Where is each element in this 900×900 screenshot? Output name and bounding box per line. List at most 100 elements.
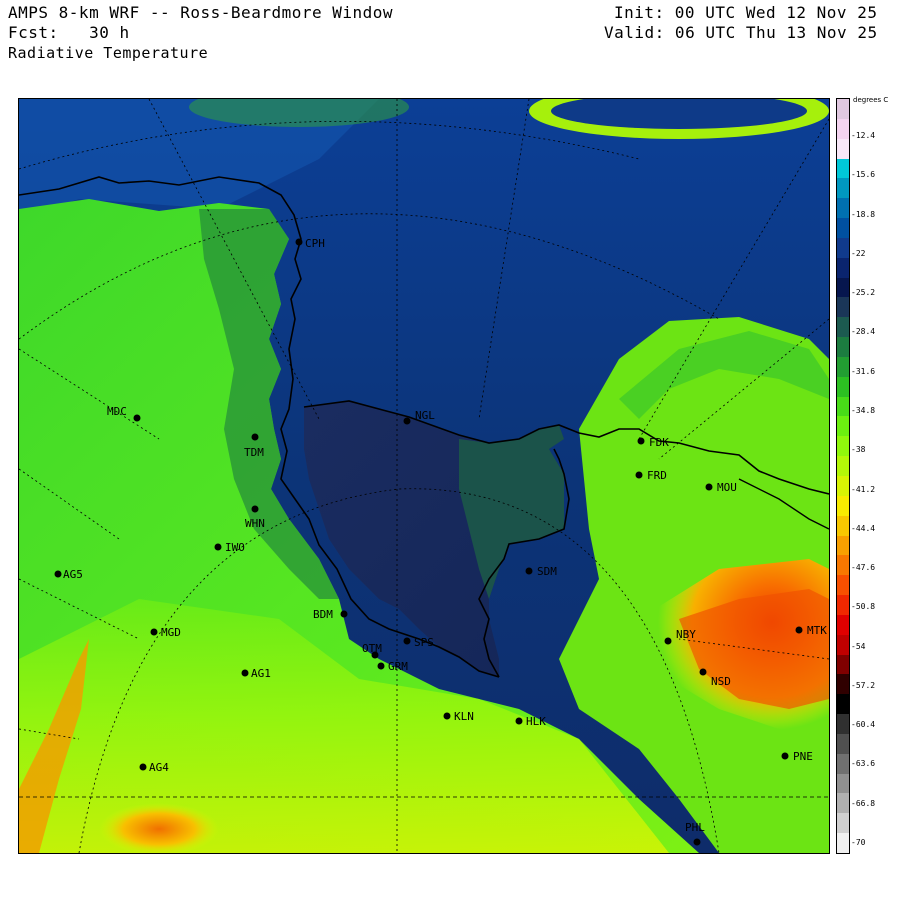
colorbar-swatch (837, 218, 849, 239)
colorbar-swatch (837, 158, 849, 179)
colorbar (836, 98, 850, 854)
colorbar-tick-label: -38 (851, 445, 866, 455)
colorbar-swatch (837, 555, 849, 576)
station-dot (340, 610, 348, 618)
colorbar-tick-label: -44.4 (851, 523, 876, 533)
station-label: MOU (717, 481, 737, 494)
colorbar-swatch (837, 356, 849, 377)
station-label: KLN (454, 710, 474, 723)
station-label: SDM (537, 565, 557, 578)
colorbar-tick-label: -54 (851, 641, 866, 651)
colorbar-swatch (837, 376, 849, 397)
station-dot (705, 483, 713, 491)
colorbar-swatch (837, 793, 849, 814)
colorbar-swatch (837, 297, 849, 318)
station-dot (443, 712, 451, 720)
station-dot (403, 417, 411, 425)
station-dot (377, 662, 385, 670)
station-dot (214, 543, 222, 551)
map-panel: CPH NGL FDK FRD MOU MDC TDM WHN IWO AG5 … (18, 98, 830, 854)
colorbar-tick-label: -28.4 (851, 327, 876, 337)
colorbar-tick-label: -60.4 (851, 720, 876, 730)
colorbar-swatch (837, 396, 849, 417)
colorbar-tick-label: -31.6 (851, 366, 876, 376)
colorbar-swatch (837, 237, 849, 258)
station-label: FDK (649, 436, 669, 449)
colorbar-swatch (837, 436, 849, 457)
colorbar-tick-label: -18.8 (851, 209, 876, 219)
colorbar-swatch (837, 654, 849, 675)
colorbar-tick-label: -70 (851, 838, 866, 847)
station-dot (795, 626, 803, 634)
colorbar-tick-label: -47.6 (851, 563, 876, 573)
colorbar-swatch (837, 99, 849, 119)
station-label: MDC (107, 405, 127, 418)
colorbar-swatch (837, 416, 849, 437)
colorbar-tick-label: -57.2 (851, 680, 876, 690)
colorbar-tick-label: -34.8 (851, 405, 876, 415)
station-label: IWO (225, 541, 245, 554)
cold-patch-sw (99, 803, 219, 853)
station-dot (635, 471, 643, 479)
station-label: TDM (244, 446, 264, 459)
colorbar-swatch (837, 833, 849, 854)
colorbar-tick-label: -22 (851, 248, 866, 258)
station-dot (699, 668, 707, 676)
colorbar-swatch (837, 773, 849, 794)
station-label: BDM (313, 608, 333, 621)
colorbar-swatch (837, 535, 849, 556)
station-dot (664, 637, 672, 645)
colorbar-swatch (837, 753, 849, 774)
colorbar-swatch (837, 733, 849, 754)
station-dot (251, 505, 259, 513)
colorbar-tick-label: -25.2 (851, 288, 876, 298)
station-label: MTK (807, 624, 827, 637)
station-dot (525, 567, 533, 575)
station-dot (693, 838, 701, 846)
colorbar-swatch (837, 595, 849, 616)
station-label: FRD (647, 469, 667, 482)
field-name: Radiative Temperature (8, 44, 209, 62)
station-dot (295, 238, 303, 246)
colorbar-tick-label: -66.8 (851, 798, 876, 808)
station-label: NBY (676, 628, 696, 641)
forecast-hour: Fcst: 30 h (8, 23, 130, 42)
colorbar-swatch (837, 317, 849, 338)
station-label: MGD (161, 626, 181, 639)
colorbar-swatch (837, 714, 849, 735)
station-dot (133, 414, 141, 422)
station-dot (241, 669, 249, 677)
station-label: AG1 (251, 667, 271, 680)
station-label: AG5 (63, 568, 83, 581)
colorbar-swatch (837, 257, 849, 278)
station-dot (139, 763, 147, 771)
station-label: CPH (305, 237, 325, 250)
map-title: AMPS 8-km WRF -- Ross-Beardmore Window (8, 3, 394, 22)
colorbar-tick-label: -12.4 (851, 131, 876, 140)
colorbar-swatch (837, 198, 849, 219)
station-label: SPS (414, 636, 434, 649)
colorbar-swatch (837, 476, 849, 496)
colorbar-tick-label: -41.2 (851, 484, 876, 494)
colorbar-units: degrees C (853, 96, 889, 104)
station-dot (637, 437, 645, 445)
colorbar-swatch (837, 813, 849, 834)
station-label: PNE (793, 750, 813, 763)
colorbar-tick-label: -63.6 (851, 759, 876, 769)
station-label: WHN (245, 517, 265, 530)
station-label: HLK (526, 715, 546, 728)
station-dot (251, 433, 259, 441)
colorbar-tick-label: -50.8 (851, 602, 876, 612)
colorbar-tick-label: -15.6 (851, 170, 876, 180)
station-label: NGL (415, 409, 435, 422)
colorbar-swatch (837, 118, 849, 139)
map-canvas: CPH NGL FDK FRD MOU MDC TDM WHN IWO AG5 … (19, 99, 829, 853)
station-dot (515, 717, 523, 725)
colorbar-swatch (837, 575, 849, 596)
station-dot (54, 570, 62, 578)
valid-time: Valid: 06 UTC Thu 13 Nov 25 (604, 23, 878, 42)
station-label: OTM (362, 642, 382, 655)
colorbar-swatch (837, 138, 849, 159)
colorbar-swatch (837, 694, 849, 715)
station-label: AG4 (149, 761, 169, 774)
